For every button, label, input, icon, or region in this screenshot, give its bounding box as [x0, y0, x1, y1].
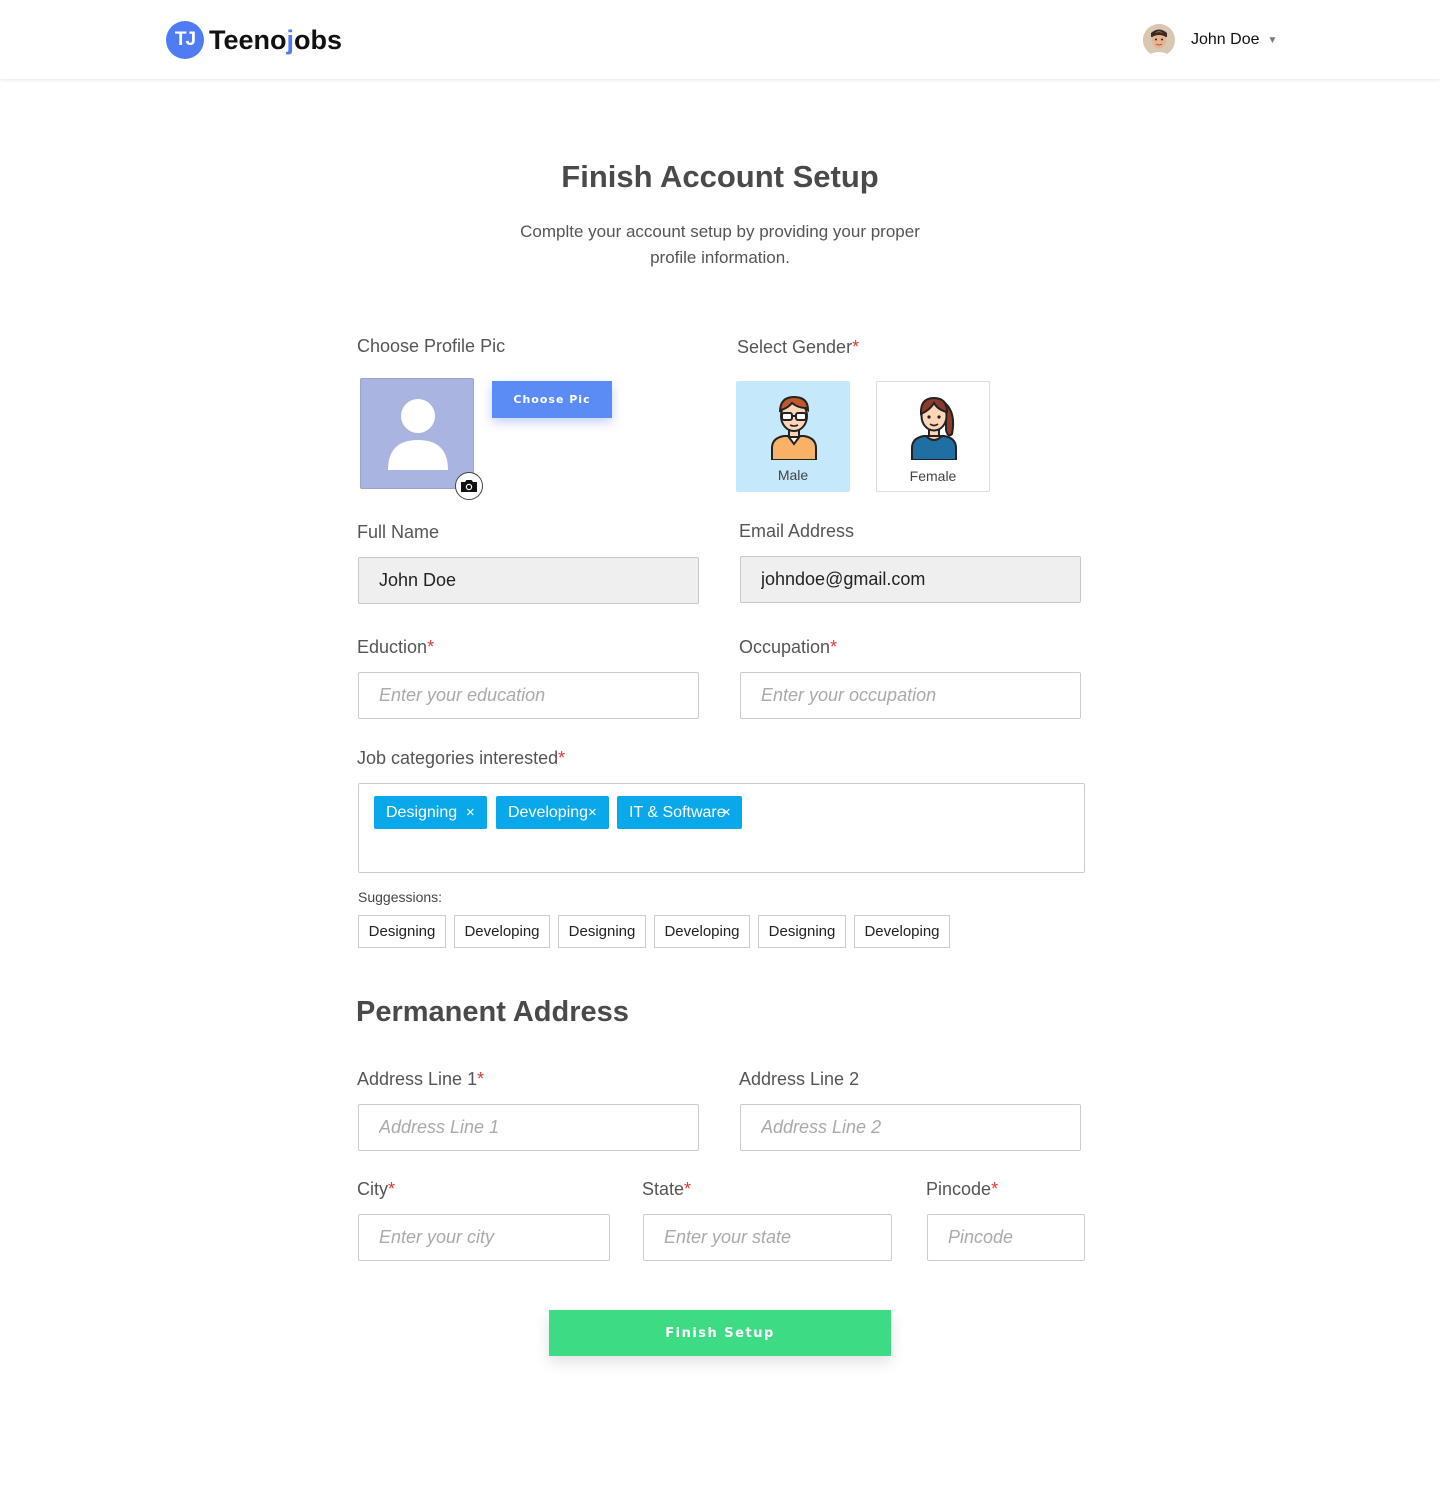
gender-option-male[interactable]: Male [736, 381, 850, 492]
profile-pic-preview[interactable] [360, 378, 483, 500]
state-input[interactable] [643, 1214, 892, 1261]
logo-text: Teenojobs [209, 25, 342, 56]
occupation-input[interactable] [740, 672, 1081, 719]
chevron-down-icon: ▼ [1267, 34, 1278, 46]
job-categories-input[interactable]: Designing × Developing × IT & Software × [358, 783, 1085, 873]
logo[interactable]: TJ Teenojobs [166, 21, 342, 59]
gender-label: Select Gender* [737, 337, 859, 358]
education-label: Eduction* [357, 637, 434, 658]
required-mark: * [852, 337, 860, 357]
gender-option-label: Male [777, 467, 809, 483]
tag-chip: IT & Software × [617, 796, 742, 829]
address-line2-label: Address Line 2 [739, 1069, 860, 1089]
required-mark: * [388, 1179, 396, 1199]
suggestion-chip[interactable]: Designing [558, 915, 646, 948]
pincode-label: Pincode* [926, 1179, 998, 1200]
camera-icon[interactable] [455, 472, 483, 500]
suggestions-label: Suggessions: [358, 889, 443, 905]
suggestion-chip[interactable]: Designing [358, 915, 446, 948]
tag-label: Designing [386, 803, 458, 821]
female-avatar-icon [911, 396, 957, 460]
required-mark: * [558, 748, 566, 768]
logo-badge: TJ [166, 21, 204, 59]
required-mark: * [684, 1179, 692, 1199]
required-mark: * [427, 637, 435, 657]
page-title: Finish Account Setup [561, 159, 879, 194]
address-line1-label-text: Address Line 1 [357, 1069, 478, 1089]
required-mark: * [477, 1069, 485, 1089]
education-label-text: Eduction [357, 637, 428, 657]
email-input[interactable] [740, 556, 1081, 603]
full-name-input[interactable] [358, 557, 699, 604]
finish-setup-button[interactable]: Finish Setup [549, 1310, 891, 1356]
suggestion-chip[interactable]: Developing [654, 915, 750, 948]
logo-text-j: j [286, 24, 295, 55]
user-name: John Doe [1191, 31, 1260, 48]
choose-pic-button[interactable]: Choose Pic [492, 381, 612, 418]
gender-option-label: Female [909, 468, 957, 484]
profile-pic-label: Choose Profile Pic [357, 336, 506, 356]
pincode-label-text: Pincode [926, 1179, 992, 1199]
address-line2-input[interactable] [740, 1104, 1081, 1151]
email-label: Email Address [739, 521, 855, 541]
user-menu[interactable]: John Doe ▼ [1143, 24, 1277, 56]
suggestion-chip[interactable]: Developing [454, 915, 550, 948]
close-icon[interactable]: × [588, 804, 597, 821]
page-subtitle: Complte your account setup by providing … [520, 222, 920, 267]
logo-text-c: obs [294, 24, 343, 55]
pincode-input[interactable] [927, 1214, 1085, 1261]
suggestion-chip[interactable]: Designing [758, 915, 846, 948]
suggestion-chip[interactable]: Developing [854, 915, 950, 948]
job-categories-label-text: Job categories interested [357, 748, 559, 768]
required-mark: * [830, 637, 838, 657]
gender-label-text: Select Gender [737, 337, 853, 357]
state-label: State* [642, 1179, 691, 1200]
tag-chip: Developing × [496, 796, 609, 829]
city-label: City* [357, 1179, 395, 1200]
gender-option-female[interactable]: Female [876, 381, 990, 492]
state-label-text: State [642, 1179, 685, 1199]
close-icon[interactable]: × [722, 804, 731, 821]
full-name-label: Full Name [357, 522, 440, 542]
job-categories-label: Job categories interested* [357, 748, 565, 769]
tag-chip: Designing × [374, 796, 487, 829]
address-line1-label: Address Line 1* [357, 1069, 484, 1090]
tag-label: Developing [508, 803, 589, 821]
top-header: TJ Teenojobs John Doe ▼ [0, 0, 1440, 79]
tag-label: IT & Software [629, 803, 726, 821]
close-icon[interactable]: × [466, 804, 475, 821]
address-line1-input[interactable] [358, 1104, 699, 1151]
avatar [1143, 24, 1175, 56]
occupation-label: Occupation* [739, 637, 837, 658]
user-placeholder-icon [388, 399, 448, 470]
city-input[interactable] [358, 1214, 610, 1261]
logo-text-a: Teeno [209, 24, 287, 55]
male-avatar-icon [771, 395, 817, 460]
city-label-text: City [357, 1179, 388, 1199]
address-section-title: Permanent Address [356, 996, 629, 1028]
required-mark: * [991, 1179, 999, 1199]
education-input[interactable] [358, 672, 699, 719]
occupation-label-text: Occupation [739, 637, 831, 657]
